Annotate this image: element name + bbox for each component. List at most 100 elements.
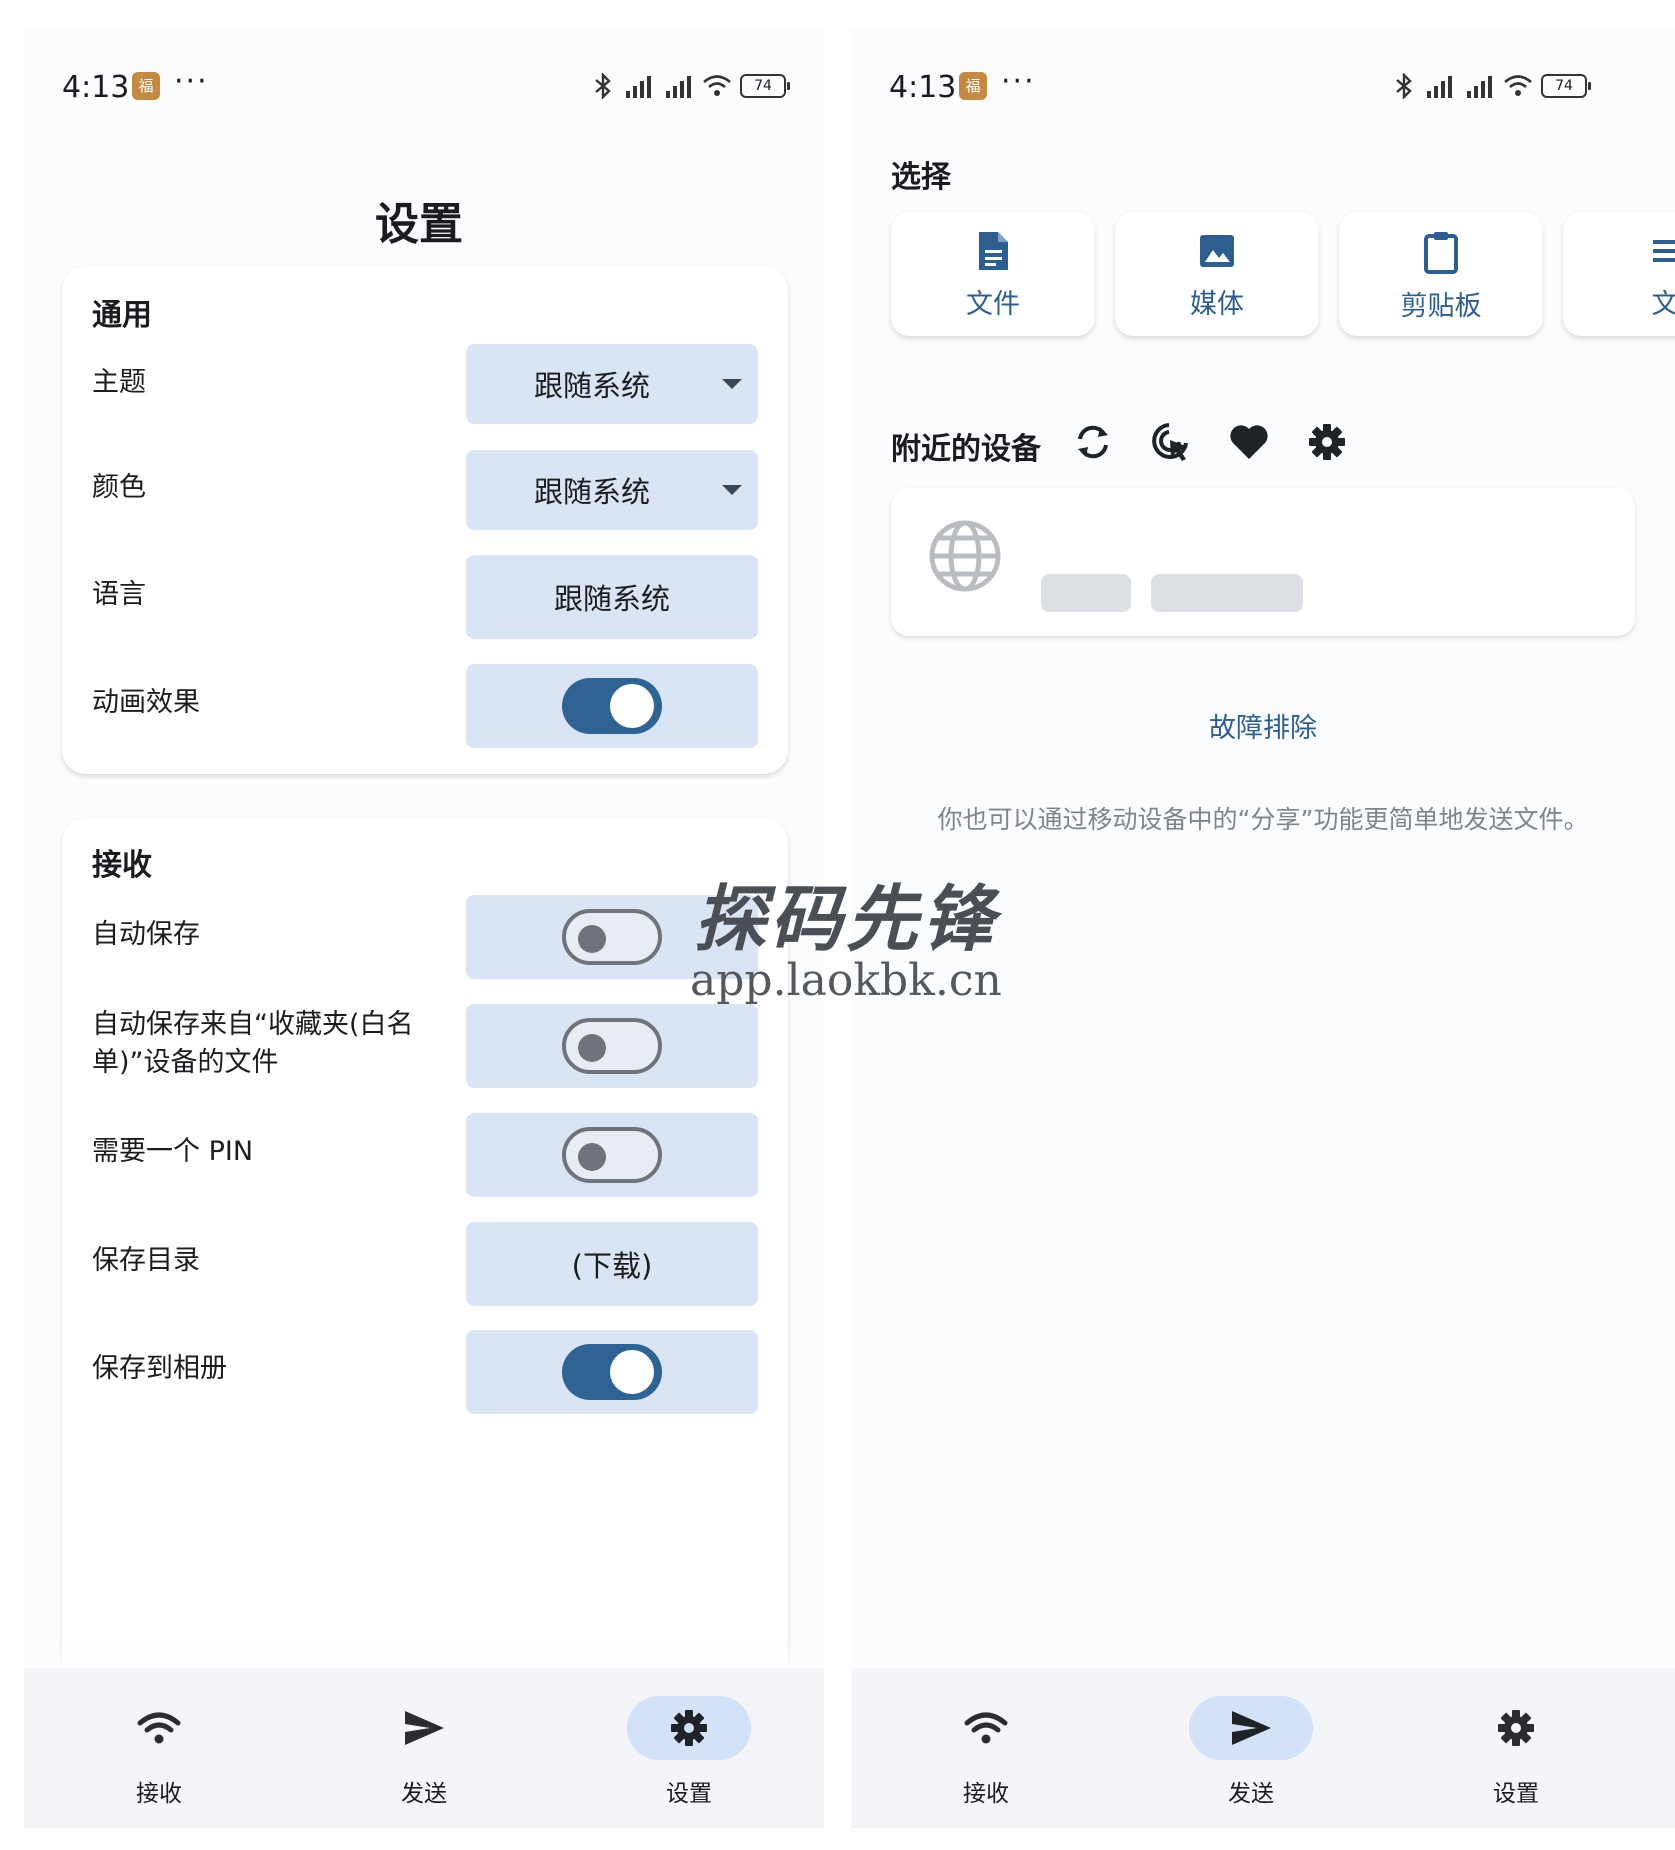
favorites-button[interactable]	[1225, 418, 1273, 466]
select-clipboard-label: 剪贴板	[1400, 291, 1482, 322]
require-pin-toggle[interactable]	[562, 1127, 662, 1183]
wifi-status-icon	[703, 75, 731, 96]
auto-save-toggle[interactable]	[562, 909, 662, 965]
auto-save-label: 自动保存	[92, 919, 200, 950]
send-settings-button[interactable]	[1303, 418, 1351, 466]
status-bar: 4:13 福 ··· 74	[889, 64, 1637, 110]
text-icon	[1653, 240, 1675, 262]
nav-send[interactable]: 发送	[349, 1696, 499, 1808]
device-name-skeleton	[1041, 574, 1131, 612]
chevron-down-icon	[722, 379, 742, 389]
select-file-tile[interactable]: 文件	[891, 212, 1095, 336]
require-pin-label: 需要一个 PIN	[92, 1136, 254, 1167]
notification-badge-icon: 福	[959, 72, 987, 100]
wifi-icon	[964, 1712, 1008, 1744]
nav-receive-label: 接收	[136, 1781, 182, 1807]
signal-hd-icon-2	[666, 76, 691, 98]
color-dropdown[interactable]: 跟随系统	[466, 450, 758, 530]
select-text-label: 文	[1651, 289, 1675, 320]
nav-send-label: 发送	[1228, 1781, 1274, 1807]
language-label: 语言	[92, 579, 146, 610]
bottom-nav: 接收 发送 设置	[24, 1668, 824, 1828]
device-placeholder-card	[891, 488, 1635, 636]
general-title: 通用	[92, 298, 152, 333]
more-notifications-icon: ···	[1001, 64, 1036, 99]
nav-receive-label: 接收	[963, 1781, 1009, 1807]
select-text-tile[interactable]: 文	[1563, 212, 1675, 336]
nav-send[interactable]: 发送	[1176, 1696, 1326, 1808]
auto-save-toggle-container	[466, 895, 758, 979]
save-to-gallery-toggle[interactable]	[562, 1344, 662, 1400]
color-label: 颜色	[92, 472, 146, 503]
send-screen: 4:13 福 ··· 74 选择 文件 媒体 剪贴板 文 附近的设备 故障排除 …	[851, 28, 1675, 1828]
status-bar: 4:13 福 ··· 74	[62, 64, 790, 110]
share-hint-text: 你也可以通过移动设备中的“分享”功能更简单地发送文件。	[937, 805, 1589, 834]
save-to-gallery-label: 保存到相册	[92, 1353, 227, 1384]
theme-dropdown[interactable]: 跟随系统	[466, 344, 758, 424]
file-icon	[979, 232, 1008, 270]
nearby-devices-title: 附近的设备	[891, 432, 1041, 467]
nav-receive[interactable]: 接收	[84, 1696, 234, 1808]
language-value: 跟随系统	[553, 582, 670, 616]
signal-hd-icon	[1427, 76, 1452, 98]
save-directory-value: (下载)	[571, 1249, 653, 1283]
manual-connect-button[interactable]	[1147, 418, 1195, 466]
select-file-label: 文件	[966, 289, 1020, 320]
more-notifications-icon: ···	[174, 64, 209, 99]
battery-icon: 74	[740, 74, 790, 98]
chevron-down-icon	[722, 485, 742, 495]
receive-card: 接收 自动保存 自动保存来自“收藏夹(白名单)”设备的文件 需要一个 PIN 保…	[62, 818, 788, 1718]
signal-hd-icon-2	[1467, 76, 1492, 98]
nav-settings-label: 设置	[1493, 1781, 1539, 1807]
nav-settings[interactable]: 设置	[1441, 1696, 1591, 1808]
animation-toggle-container	[466, 664, 758, 748]
auto-save-favorites-label: 自动保存来自“收藏夹(白名单)”设备的文件	[92, 1009, 414, 1078]
nav-receive[interactable]: 接收	[911, 1696, 1061, 1808]
color-value: 跟随系统	[533, 475, 650, 509]
wifi-status-icon	[1504, 75, 1532, 96]
bluetooth-icon	[1396, 73, 1412, 99]
nav-active-indicator	[627, 1696, 751, 1760]
animation-label: 动画效果	[92, 687, 200, 718]
animation-toggle[interactable]	[562, 678, 662, 734]
bluetooth-icon	[595, 73, 611, 99]
theme-label: 主题	[92, 367, 146, 398]
status-time: 4:13	[62, 70, 130, 105]
send-icon	[1232, 1711, 1271, 1745]
require-pin-toggle-container	[466, 1113, 758, 1197]
battery-icon: 74	[1541, 74, 1591, 98]
send-icon	[405, 1711, 444, 1745]
refresh-icon	[1078, 425, 1108, 459]
receive-title: 接收	[92, 848, 152, 883]
scan-icon	[1152, 423, 1188, 461]
notification-badge-icon: 福	[132, 72, 160, 100]
nav-settings-label: 设置	[666, 1781, 712, 1807]
gear-icon	[1309, 424, 1345, 460]
save-to-gallery-toggle-container	[466, 1330, 758, 1414]
globe-icon	[929, 520, 1001, 592]
select-clipboard-tile[interactable]: 剪贴板	[1339, 212, 1543, 336]
bottom-nav: 接收 发送 设置	[851, 1668, 1675, 1828]
clipboard-icon	[1424, 232, 1458, 274]
image-icon	[1200, 235, 1234, 267]
general-card: 通用 主题 跟随系统 颜色 跟随系统 语言 跟随系统 动画效果	[62, 266, 788, 774]
gear-icon	[671, 1710, 707, 1746]
status-time: 4:13	[889, 70, 957, 105]
favorites-icon	[1230, 425, 1268, 459]
signal-hd-icon	[626, 76, 651, 98]
refresh-button[interactable]	[1069, 418, 1117, 466]
select-media-label: 媒体	[1190, 289, 1244, 320]
save-directory-label: 保存目录	[92, 1245, 200, 1276]
language-button[interactable]: 跟随系统	[466, 555, 758, 639]
auto-save-favorites-toggle[interactable]	[562, 1018, 662, 1074]
device-info-skeleton	[1151, 574, 1303, 612]
wifi-icon	[137, 1712, 181, 1744]
troubleshoot-link[interactable]: 故障排除	[851, 706, 1675, 745]
gear-icon	[1498, 1710, 1534, 1746]
nav-send-label: 发送	[401, 1781, 447, 1807]
nav-active-indicator	[1189, 1696, 1313, 1760]
select-media-tile[interactable]: 媒体	[1115, 212, 1319, 336]
save-directory-button[interactable]: (下载)	[466, 1222, 758, 1306]
nav-settings[interactable]: 设置	[614, 1696, 764, 1808]
theme-value: 跟随系统	[533, 369, 650, 403]
